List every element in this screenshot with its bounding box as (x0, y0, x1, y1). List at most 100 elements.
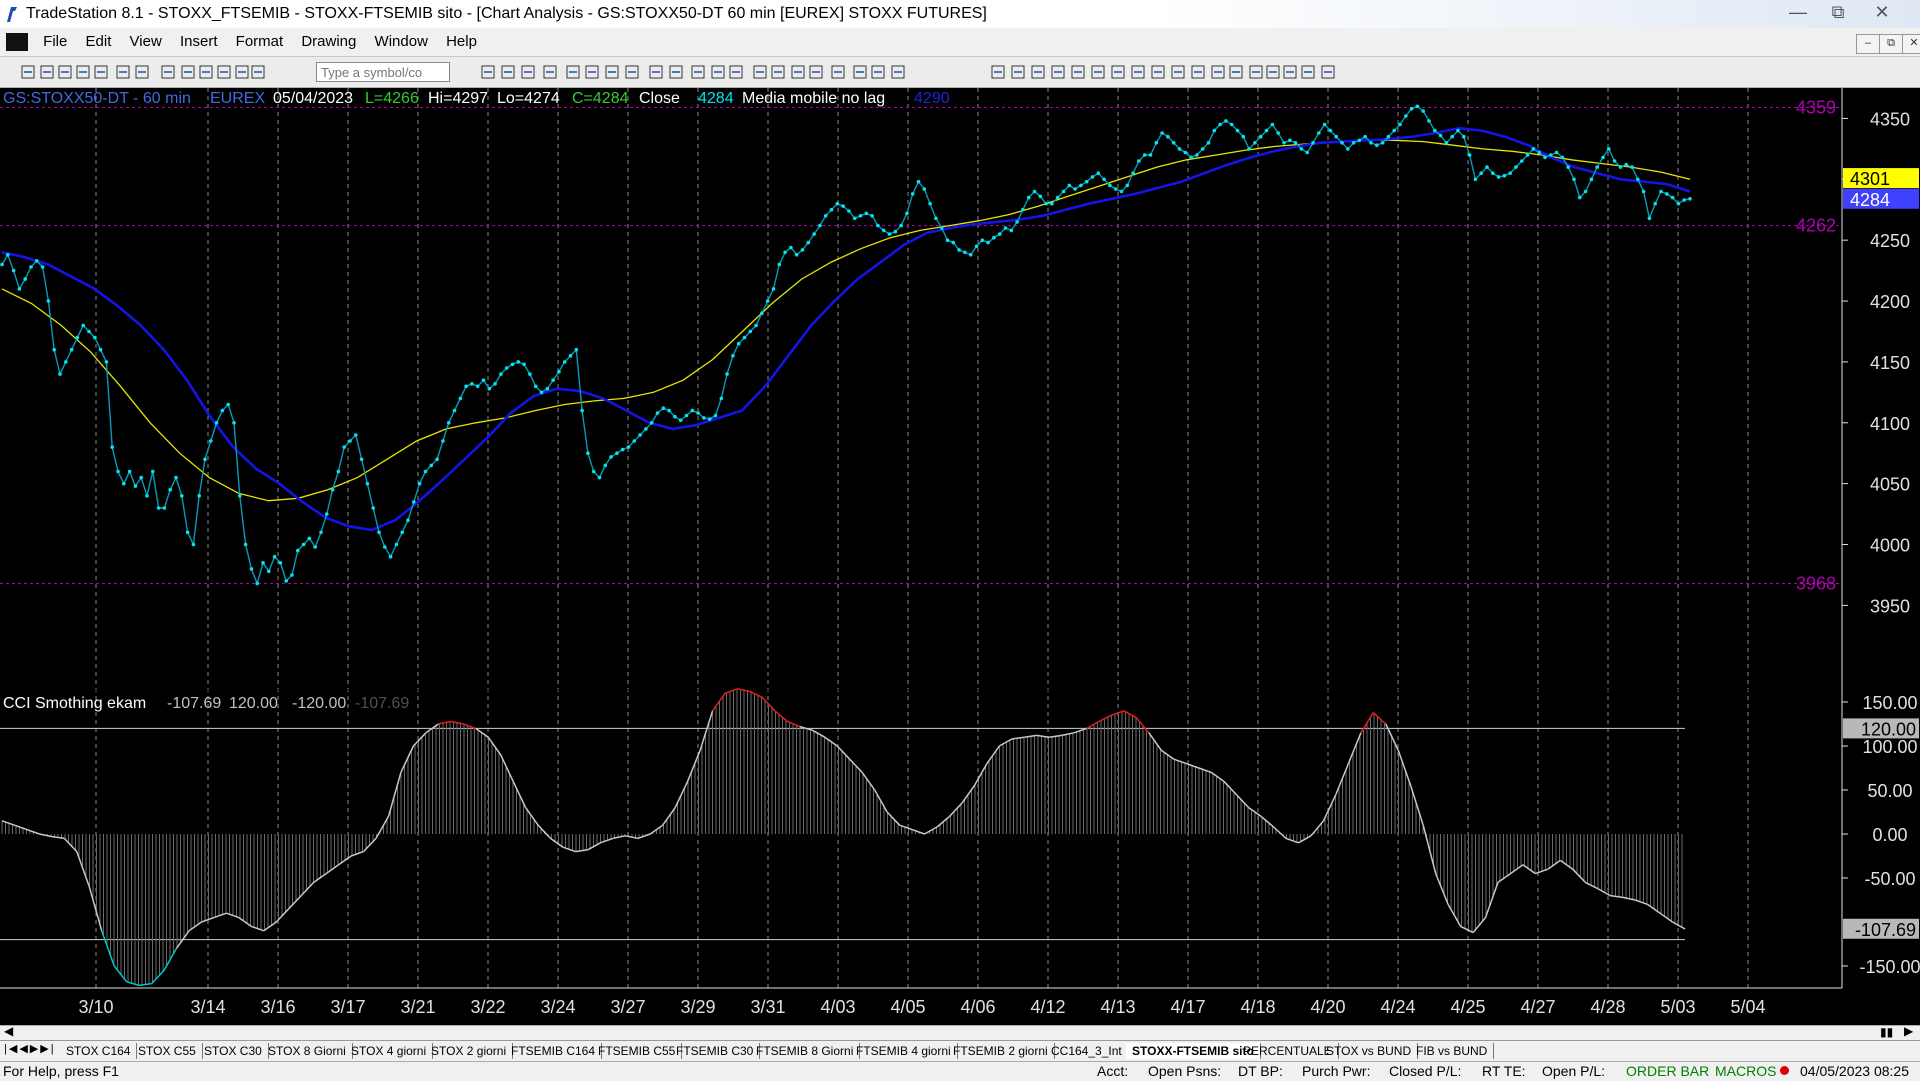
expand-icon[interactable] (604, 64, 620, 80)
sheet-tab[interactable]: STOX 4 giorni (345, 1043, 434, 1059)
close-point (11, 268, 16, 273)
print-preview-icon[interactable] (115, 64, 131, 80)
tools-icon[interactable] (728, 64, 744, 80)
tool-46-icon[interactable] (1228, 64, 1244, 80)
sheet-tab[interactable]: FIB vs BUND (1410, 1043, 1495, 1059)
layout-icon[interactable] (180, 64, 196, 80)
close-point (1491, 171, 1495, 175)
save-icon[interactable] (93, 64, 109, 80)
bar-chart-icon[interactable] (480, 64, 496, 80)
open-icon[interactable] (39, 64, 55, 80)
text-icon[interactable] (890, 64, 906, 80)
close-point (1305, 150, 1309, 155)
tool-39-icon[interactable] (1090, 64, 1106, 80)
sheet-tab[interactable]: FTSEMIB C55 (592, 1043, 683, 1059)
arrow-icon[interactable] (830, 64, 846, 80)
tool-41-icon[interactable] (1130, 64, 1146, 80)
tool-35-icon[interactable] (1010, 64, 1026, 80)
tool-45-icon[interactable] (1210, 64, 1226, 80)
sheet-tab[interactable]: STOX C55 (132, 1043, 203, 1059)
tool-38-icon[interactable] (1070, 64, 1086, 80)
restore-icon[interactable]: ⧉ (1818, 0, 1858, 26)
data-icon[interactable] (234, 64, 250, 80)
tool-48-icon[interactable] (1265, 64, 1281, 80)
menu-view[interactable]: View (123, 28, 169, 56)
tool-36-icon[interactable] (1030, 64, 1046, 80)
sheet-tab[interactable]: CC164_3_Int (1045, 1043, 1129, 1059)
line-chart-icon[interactable] (542, 64, 558, 80)
scroll-grip-icon[interactable]: ▮▮ (1880, 1025, 1893, 1039)
lock-icon[interactable] (198, 64, 214, 80)
ohlc-icon[interactable] (584, 64, 600, 80)
channel-icon[interactable] (808, 64, 824, 80)
pointer-icon[interactable] (690, 64, 706, 80)
tool-44-icon[interactable] (1190, 64, 1206, 80)
tool-43-icon[interactable] (1170, 64, 1186, 80)
close-icon[interactable]: ✕ (1862, 0, 1902, 26)
sheet-tab[interactable]: FTSEMIB 8 Giorni (750, 1043, 861, 1059)
new-chart-icon[interactable] (20, 64, 36, 80)
status-dt-bp: DT BP: (1238, 1063, 1283, 1079)
tool-40-icon[interactable] (1110, 64, 1126, 80)
menu-format[interactable]: Format (229, 28, 291, 56)
sheet-tab[interactable]: FTSEMIB 4 giorni (850, 1043, 958, 1059)
document-icon[interactable] (6, 33, 28, 51)
shrink-icon[interactable] (624, 64, 640, 80)
cycle-icon[interactable] (852, 64, 868, 80)
symbol-input[interactable] (316, 62, 450, 82)
mdi-close-icon[interactable]: ✕ (1902, 34, 1920, 54)
copy-icon[interactable] (75, 64, 91, 80)
tool-50-icon[interactable] (1300, 64, 1316, 80)
window-icon[interactable] (250, 64, 266, 80)
tool-51-icon[interactable] (1320, 64, 1336, 80)
mdi-minimize-icon[interactable]: – (1856, 34, 1880, 54)
sheet-tab[interactable]: STOX 2 giorni (425, 1043, 514, 1059)
save-all-icon[interactable] (57, 64, 73, 80)
trendline-icon[interactable] (770, 64, 786, 80)
menu-edit[interactable]: Edit (79, 28, 119, 56)
sheet-tab[interactable]: STOX C164 (60, 1043, 138, 1059)
scroll-right-icon[interactable]: ▶ (1904, 1024, 1913, 1038)
tool-37-icon[interactable] (1050, 64, 1066, 80)
close-point (249, 567, 254, 571)
tool-49-icon[interactable] (1282, 64, 1298, 80)
zoom-in-icon[interactable] (648, 64, 664, 80)
candle-icon[interactable] (565, 64, 581, 80)
chart-svg[interactable]: 3/10 3/14 3/16 3/17 3/21 3/22 3/24 3/27 3/29 3/31… (0, 88, 1920, 1025)
scan-icon[interactable] (500, 64, 516, 80)
sheet-tab[interactable]: STOX C30 (198, 1043, 269, 1059)
tab-nav-icons[interactable]: |◀◀▶▶| (4, 1042, 56, 1055)
close-point (1195, 153, 1199, 157)
x-tick-label: 4/28 (1590, 997, 1625, 1017)
zoom-out-icon[interactable] (668, 64, 684, 80)
tool-42-icon[interactable] (1150, 64, 1166, 80)
menu-drawing[interactable]: Drawing (294, 28, 363, 56)
scroll-left-icon[interactable]: ◀ (4, 1024, 13, 1038)
horizontal-scrollbar[interactable]: ◀ ▮▮ ▶ (0, 1024, 1920, 1041)
menu-file[interactable]: File (36, 28, 74, 56)
sheet-tab[interactable]: STOX vs BUND (1320, 1043, 1419, 1059)
status-macros[interactable]: MACROS (1715, 1063, 1776, 1079)
menu-insert[interactable]: Insert (173, 28, 225, 56)
sheet-tab[interactable]: FTSEMIB 2 giorni (947, 1043, 1055, 1059)
menu-window[interactable]: Window (368, 28, 435, 56)
chart-area[interactable]: 3/10 3/14 3/16 3/17 3/21 3/22 3/24 3/27 3/29 3/31… (0, 88, 1920, 1025)
print-icon[interactable] (134, 64, 150, 80)
mdi-restore-icon[interactable]: ⧉ (1879, 34, 1903, 54)
fib-icon[interactable] (790, 64, 806, 80)
workspace-icon[interactable] (160, 64, 176, 80)
format-icon[interactable] (216, 64, 232, 80)
status-order-bar[interactable]: ORDER BAR (1626, 1063, 1709, 1079)
sheet-tab[interactable]: FTSEMIB C164 (505, 1043, 603, 1059)
sheet-tab[interactable]: STOX 8 Giorni (262, 1043, 353, 1059)
menu-help[interactable]: Help (439, 28, 484, 56)
tool-34-icon[interactable] (990, 64, 1006, 80)
insert-study-icon[interactable] (710, 64, 726, 80)
order-icon[interactable] (752, 64, 768, 80)
close-point (1108, 183, 1112, 188)
sheet-tab[interactable]: FTSEMIB C30 (670, 1043, 761, 1059)
minimize-icon[interactable]: — (1778, 0, 1818, 26)
ellipse-icon[interactable] (870, 64, 886, 80)
grid-icon[interactable] (520, 64, 536, 80)
tool-47-icon[interactable] (1248, 64, 1264, 80)
